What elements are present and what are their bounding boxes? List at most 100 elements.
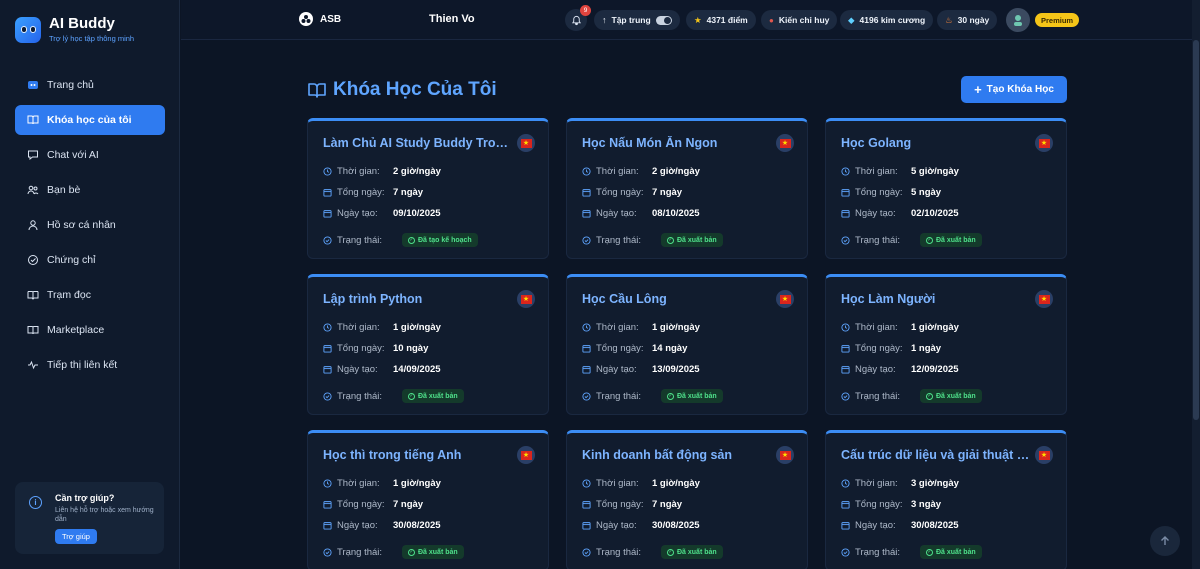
course-title[interactable]: Cấu trúc dữ liệu và giải thuật n... — [841, 448, 1031, 462]
course-days-value: 7 ngày — [652, 499, 683, 510]
sidebar-item-chat[interactable]: Chat với AI — [15, 140, 165, 170]
status-text: Đã xuất bản — [677, 548, 717, 556]
marketplace-icon — [27, 324, 39, 336]
course-time-row: Thời gian: 1 giờ/ngày — [582, 322, 700, 333]
sidebar-item-home[interactable]: Trang chủ — [15, 70, 165, 100]
course-title[interactable]: Lập trình Python — [323, 292, 513, 306]
focus-toggle[interactable]: ↑ Tập trung — [594, 10, 680, 30]
course-card[interactable]: Cấu trúc dữ liệu và giải thuật n... ★ Thời… — [825, 430, 1067, 569]
sidebar-item-label: Bạn bè — [47, 184, 81, 196]
calendar-icon — [323, 188, 332, 197]
course-card[interactable]: Học Golang ★ Thời gian: 5 giờ/ngày Tổng ngày… — [825, 118, 1067, 259]
sidebar-item-marketplace[interactable]: Marketplace — [15, 315, 165, 345]
sidebar-item-label: Hồ sơ cá nhân — [47, 219, 116, 231]
course-created-row: Ngày tạo: 30/08/2025 — [841, 520, 959, 531]
calendar-icon — [841, 209, 850, 218]
course-card[interactable]: Học Làm Người ★ Thời gian: 1 giờ/ngày Tổng n… — [825, 274, 1067, 415]
course-days-row: Tổng ngày: 14 ngày — [582, 343, 687, 354]
course-title[interactable]: Học Nấu Món Ăn Ngon — [582, 136, 772, 150]
course-title[interactable]: Học Cầu Lông — [582, 292, 772, 306]
scroll-to-top-button[interactable] — [1150, 526, 1180, 556]
brand[interactable]: AI Buddy Trợ lý học tập thông minh — [15, 16, 134, 43]
premium-badge: Premium — [1035, 13, 1080, 27]
course-time-label: Thời gian: — [855, 322, 898, 333]
check-icon: ✓ — [667, 392, 674, 400]
scroll-thumb[interactable] — [1193, 40, 1199, 420]
notification-button[interactable]: 9 — [565, 5, 591, 31]
focus-switch[interactable] — [655, 15, 672, 25]
sidebar-item-reading[interactable]: Trạm đọc — [15, 280, 165, 310]
clock-icon — [582, 167, 591, 176]
status-text: Đã xuất bản — [418, 392, 458, 400]
org-icon — [299, 12, 313, 26]
course-time-value: 1 giờ/ngày — [652, 322, 700, 333]
calendar-icon — [582, 209, 591, 218]
sidebar-item-label: Khóa học của tôi — [47, 114, 132, 126]
status-badge: ✓ Đã xuất bản — [920, 233, 982, 247]
course-days-value: 7 ngày — [393, 499, 424, 510]
course-created-value: 13/09/2025 — [652, 364, 700, 375]
course-status-label: Trạng thái: — [855, 234, 901, 246]
streak-badge[interactable]: ♨ 30 ngày — [937, 10, 998, 30]
status-text: Đã tạo kế hoạch — [418, 236, 472, 244]
check-icon: ✓ — [667, 236, 674, 244]
course-card[interactable]: Làm Chủ AI Study Buddy Trong... ★ Thời gia… — [307, 118, 549, 259]
course-created-row: Ngày tạo: 30/08/2025 — [323, 520, 441, 531]
course-card[interactable]: Học thì trong tiếng Anh ★ Thời gian: 1 giờ/… — [307, 430, 549, 569]
course-card[interactable]: Học Nấu Món Ăn Ngon ★ Thời gian: 2 giờ/ngày… — [566, 118, 808, 259]
create-course-button[interactable]: + Tạo Khóa Học — [961, 76, 1067, 103]
sidebar-item-affiliate[interactable]: Tiếp thị liên kết — [15, 350, 165, 380]
calendar-icon — [582, 365, 591, 374]
sidebar-item-user[interactable]: Hồ sơ cá nhân — [15, 210, 165, 240]
course-card[interactable]: Lập trình Python ★ Thời gian: 1 giờ/ngày Tổn… — [307, 274, 549, 415]
scrollbar[interactable] — [1192, 0, 1200, 569]
org-switcher[interactable]: ASB — [299, 12, 341, 26]
sidebar-item-friends[interactable]: Bạn bè — [15, 175, 165, 205]
brand-title: AI Buddy — [49, 15, 115, 32]
course-card[interactable]: Kinh doanh bất động sản ★ Thời gian: 1 giờ/… — [566, 430, 808, 569]
course-title[interactable]: Học Làm Người — [841, 292, 1031, 306]
avatar[interactable] — [1006, 8, 1030, 32]
calendar-icon — [323, 344, 332, 353]
course-time-row: Thời gian: 1 giờ/ngày — [323, 478, 441, 489]
check-icon: ✓ — [408, 236, 415, 244]
fire-icon: ♨ — [945, 14, 953, 25]
check-circle-icon — [841, 547, 850, 557]
check-circle-icon — [841, 391, 850, 401]
course-title[interactable]: Học thì trong tiếng Anh — [323, 448, 513, 462]
course-time-row: Thời gian: 1 giờ/ngày — [323, 322, 441, 333]
plus-icon: + — [974, 81, 982, 97]
course-days-value: 7 ngày — [393, 187, 424, 198]
check-circle-icon — [582, 235, 591, 245]
course-days-row: Tổng ngày: 3 ngày — [841, 499, 941, 510]
diamonds-badge[interactable]: ◆ 4196 kim cương — [840, 10, 934, 30]
course-created-value: 09/10/2025 — [393, 208, 441, 219]
clock-icon — [582, 479, 591, 488]
course-created-row: Ngày tạo: 30/08/2025 — [582, 520, 700, 531]
sidebar-item-certificate[interactable]: Chứng chỉ — [15, 245, 165, 275]
chat-icon — [27, 149, 39, 161]
rank-badge[interactable]: ● Kiến chỉ huy — [761, 10, 838, 30]
course-time-label: Thời gian: — [596, 478, 639, 489]
course-time-label: Thời gian: — [337, 166, 380, 177]
points-badge[interactable]: ★ 4371 điểm — [686, 10, 756, 30]
clock-icon — [841, 323, 850, 332]
course-status-label: Trạng thái: — [596, 390, 642, 402]
status-badge: ✓ Đã xuất bản — [402, 545, 464, 559]
course-card[interactable]: Học Cầu Lông ★ Thời gian: 1 giờ/ngày Tổng ng… — [566, 274, 808, 415]
help-button[interactable]: Trợ giúp — [55, 529, 97, 544]
course-created-label: Ngày tạo: — [596, 208, 637, 219]
sidebar-item-label: Tiếp thị liên kết — [47, 359, 118, 371]
course-days-row: Tổng ngày: 7 ngày — [582, 499, 682, 510]
course-title[interactable]: Kinh doanh bất động sản — [582, 448, 772, 462]
course-time-label: Thời gian: — [596, 166, 639, 177]
calendar-icon — [582, 521, 591, 530]
clock-icon — [323, 323, 332, 332]
course-days-row: Tổng ngày: 7 ngày — [323, 499, 423, 510]
course-title[interactable]: Làm Chủ AI Study Buddy Trong... — [323, 136, 513, 150]
course-status-label: Trạng thái: — [855, 390, 901, 402]
course-title[interactable]: Học Golang — [841, 136, 1031, 150]
sidebar-item-book[interactable]: Khóa học của tôi — [15, 105, 165, 135]
course-days-value: 7 ngày — [652, 187, 683, 198]
course-time-value: 5 giờ/ngày — [911, 166, 959, 177]
